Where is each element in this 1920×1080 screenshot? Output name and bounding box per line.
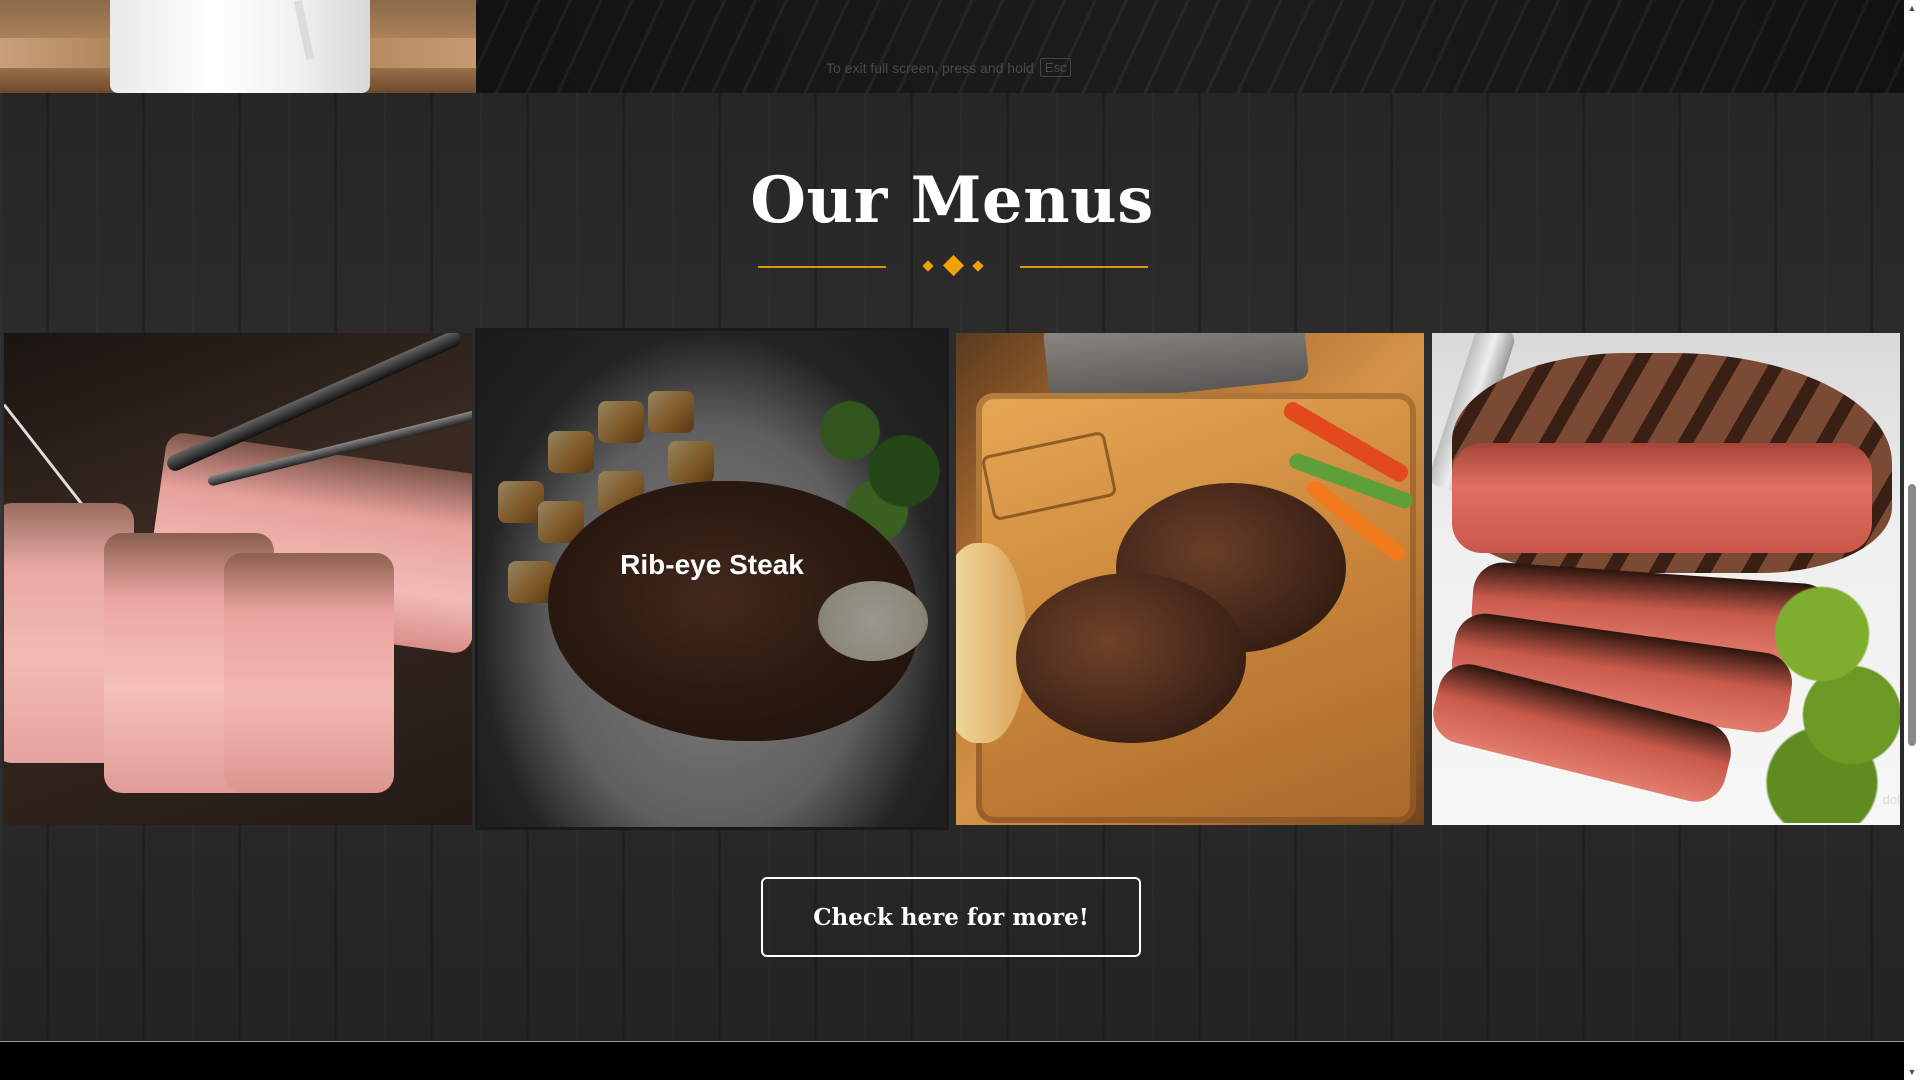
our-menus-section: Our Menus Rib-eye Steak dol Check here f…: [0, 93, 1904, 1041]
sliced-steak-photo: dol: [1432, 333, 1900, 825]
footer: [0, 1041, 1904, 1080]
meat-slice: [224, 553, 394, 793]
divider-line-left: [758, 266, 886, 268]
chef-photo: [0, 0, 476, 93]
title-divider: [758, 253, 1148, 283]
divider-line-right: [1020, 266, 1148, 268]
menu-card-sliced-steak[interactable]: dol: [1432, 333, 1900, 825]
page: To exit full screen, press and hold Esc …: [0, 0, 1904, 1080]
check-more-button[interactable]: Check here for more!: [761, 877, 1141, 957]
page-scrollbar[interactable]: ▲ ▼: [1904, 0, 1920, 1080]
menu-cards: Rib-eye Steak dol: [4, 328, 1904, 830]
diamond-ornament-icon: [942, 254, 965, 277]
fullscreen-hint-text: To exit full screen, press and hold: [826, 59, 1034, 76]
dark-texture-photo: [476, 0, 1904, 93]
bread: [956, 543, 1026, 743]
menu-card-wagyu[interactable]: [4, 333, 472, 825]
wagyu-photo: [4, 333, 472, 825]
diamond-ornament-icon: [972, 260, 984, 272]
menu-card-ribeye[interactable]: Rib-eye Steak: [475, 328, 949, 830]
filet-photo: [956, 333, 1424, 825]
chevron-up-icon[interactable]: ▲: [1904, 0, 1920, 16]
photo-watermark: dol: [1882, 792, 1900, 807]
fullscreen-hint: To exit full screen, press and hold Esc: [826, 58, 1072, 77]
broccoli: [1762, 553, 1900, 823]
chevron-down-icon[interactable]: ▼: [1904, 1064, 1920, 1080]
hero-bottom-strip: To exit full screen, press and hold Esc: [0, 0, 1904, 93]
chef-apron: [110, 0, 370, 93]
menu-card-label: Rib-eye Steak: [620, 549, 804, 580]
steak: [1016, 573, 1246, 743]
esc-key-badge: Esc: [1039, 58, 1072, 77]
scrollbar-thumb[interactable]: [1908, 484, 1916, 746]
menu-card-filet[interactable]: [956, 333, 1424, 825]
section-title: Our Menus: [750, 163, 1154, 238]
steak-cross-section: [1452, 443, 1872, 553]
diamond-ornament-icon: [922, 260, 934, 272]
